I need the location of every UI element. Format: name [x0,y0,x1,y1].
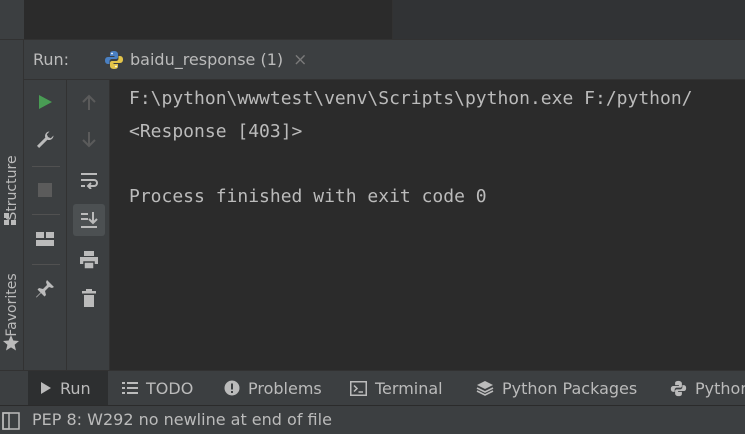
play-icon [41,382,51,394]
favorites-tab-label: Favorites [4,272,20,337]
run-panel-label: Run: [33,50,70,69]
print-icon [80,251,98,270]
tab-run-label: Run [60,378,91,398]
structure-tool-tab[interactable]: Structure [0,128,24,248]
tab-problems[interactable]: Problems [224,371,322,405]
tab-terminal-label: Terminal [375,378,443,398]
rerun-button[interactable] [30,87,60,117]
run-tab-label: baidu_response (1) [130,50,284,69]
tool-windows-icon[interactable] [2,412,20,430]
editor-left-strip [0,0,24,40]
arrow-up-icon [82,94,96,110]
structure-icon [4,213,16,225]
terminal-icon [350,380,367,396]
edit-configuration-button[interactable] [30,125,60,155]
editor-area-remnant [0,0,745,40]
stop-button[interactable] [30,175,60,205]
arrow-down-icon [82,132,96,148]
layout-button[interactable] [30,224,60,254]
soft-wrap-button[interactable] [74,165,104,195]
tab-run[interactable]: Run [28,371,108,405]
scroll-up-button[interactable] [74,87,104,117]
tab-python-packages[interactable]: Python Packages [476,371,637,405]
structure-tab-label: Structure [4,155,20,221]
soft-wrap-icon [81,173,98,189]
play-icon [39,95,52,109]
scroll-down-button[interactable] [74,125,104,155]
tab-python-console[interactable]: Python [670,371,745,405]
left-tool-strip: Structure Favorites [0,40,24,370]
layout-icon [36,232,54,246]
run-toolbar-primary [24,80,66,370]
status-bar: PEP 8: W292 no newline at end of file [0,405,745,434]
pin-tab-button[interactable] [30,274,60,304]
list-icon [122,382,138,394]
console-output[interactable]: F:\python\wwwtest\venv\Scripts\python.ex… [110,80,745,370]
run-toolbar-secondary [66,80,110,370]
console-line: Process finished with exit code 0 [129,186,487,207]
python-icon [105,50,123,69]
run-panel-header: Run: baidu_response (1) × [24,40,745,80]
clear-all-button[interactable] [74,283,104,313]
star-icon [3,335,19,351]
tab-todo-label: TODO [146,378,194,398]
layers-icon [476,381,494,396]
tab-terminal[interactable]: Terminal [350,371,443,405]
tab-python-console-label: Python [695,378,745,398]
python-icon [670,380,687,396]
wrench-icon [37,131,54,148]
tab-problems-label: Problems [248,378,322,398]
alert-circle-icon [224,380,240,396]
bottom-tool-bar: Run TODO Problems Terminal Python Packag… [0,370,745,405]
console-line: <Response [403]> [129,121,303,142]
tab-todo[interactable]: TODO [122,371,193,405]
pin-icon [36,280,54,298]
scroll-to-end-icon [81,212,98,228]
scroll-to-end-button[interactable] [73,204,105,236]
tab-python-packages-label: Python Packages [502,378,638,398]
editor-right-pane [393,0,745,40]
stop-icon [38,183,52,197]
trash-icon [82,289,96,307]
console-line: F:\python\wwwtest\venv\Scripts\python.ex… [129,88,693,109]
close-tab-icon[interactable]: × [293,50,307,70]
print-button[interactable] [74,245,104,275]
status-message: PEP 8: W292 no newline at end of file [32,410,332,429]
run-config-tab[interactable]: baidu_response (1) × [96,40,315,79]
